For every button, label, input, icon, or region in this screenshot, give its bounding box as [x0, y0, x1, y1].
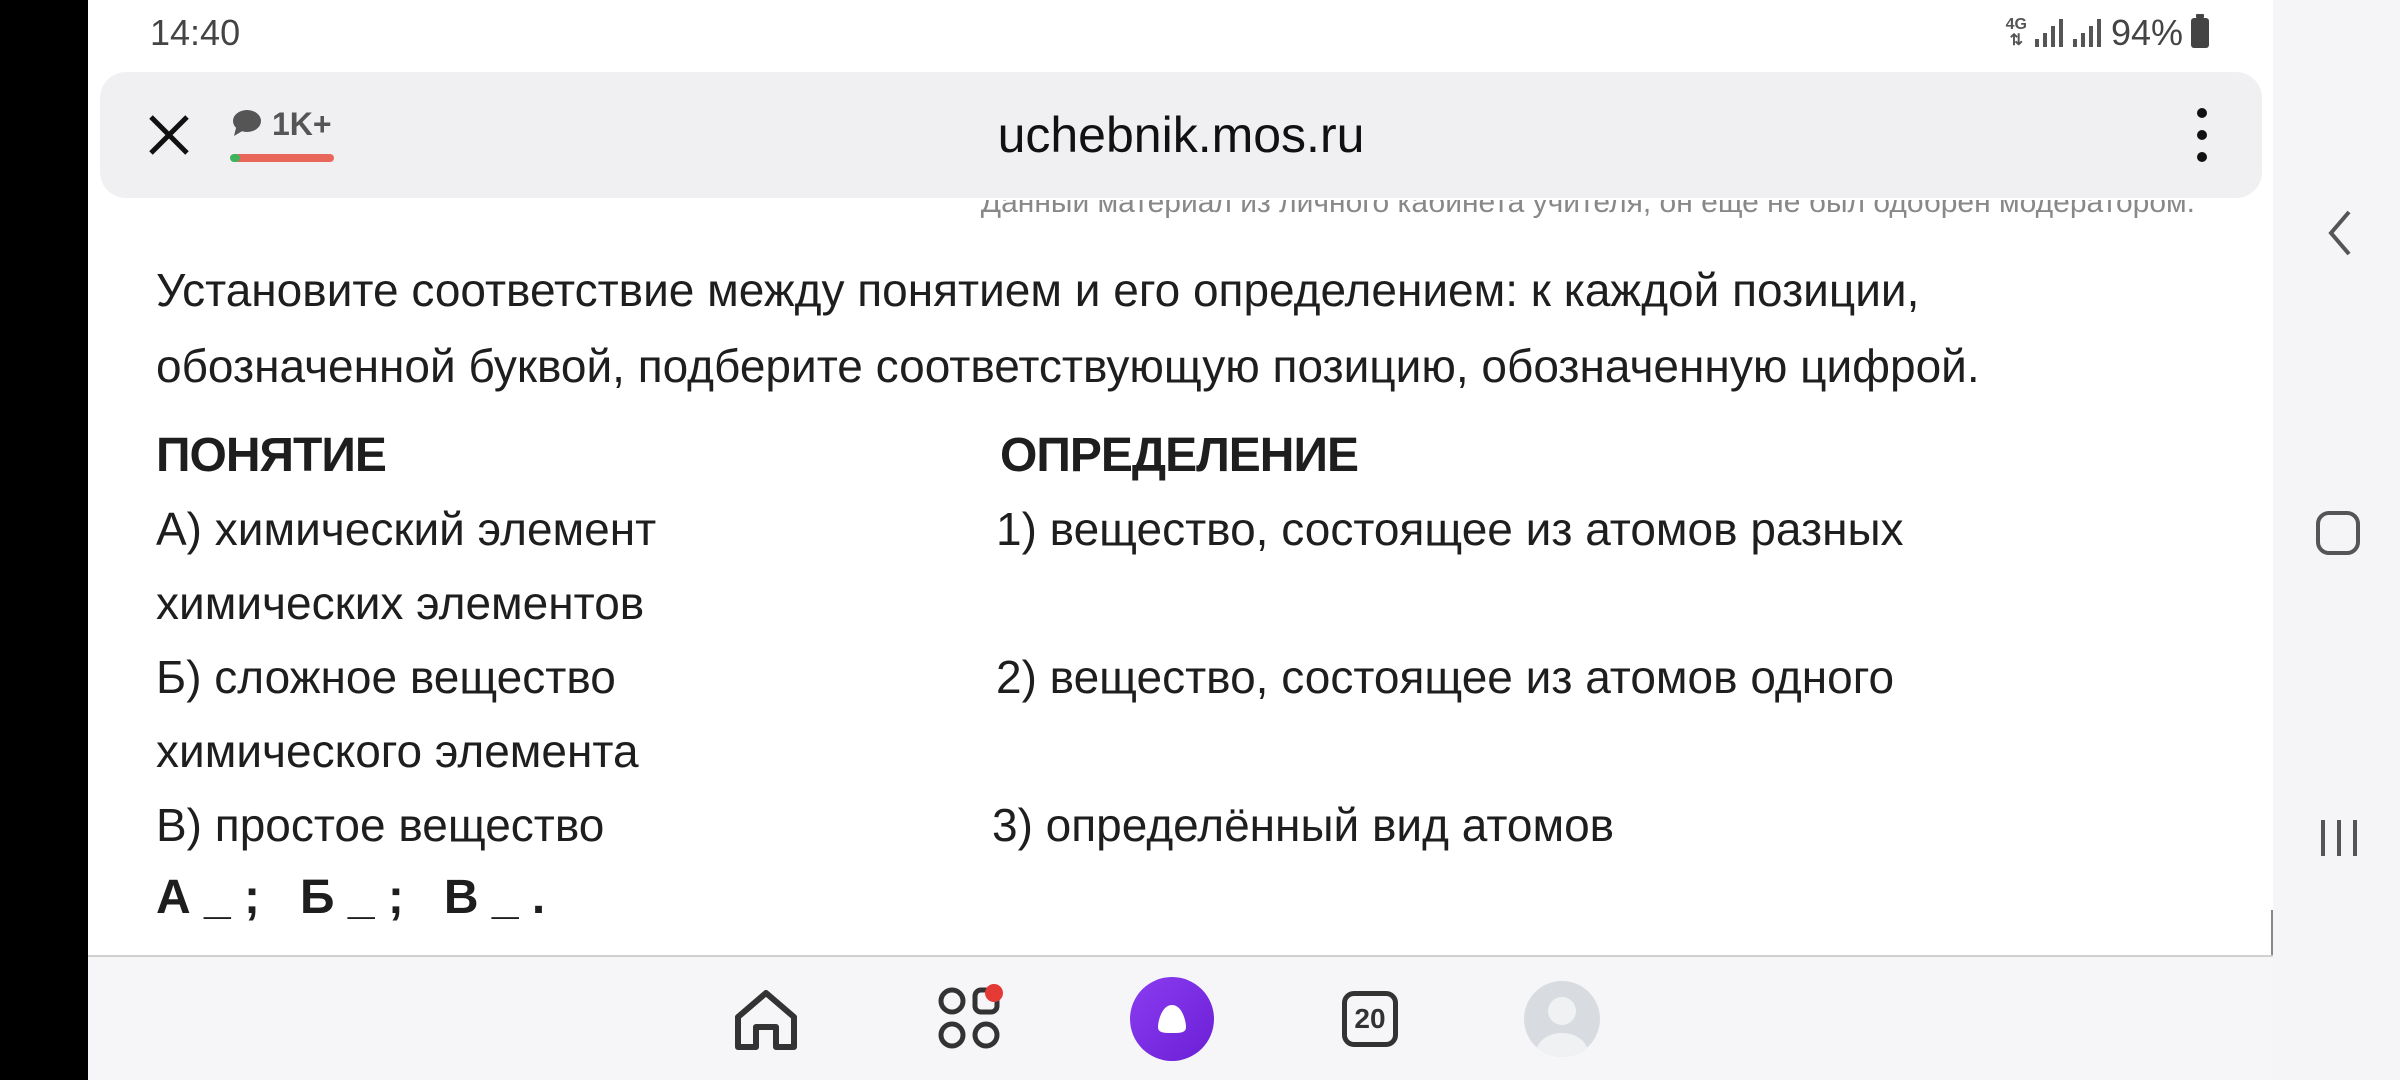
battery-level: 94%	[2110, 12, 2183, 53]
page-content: Данный материал из личного кабинета учит…	[88, 200, 2273, 955]
left-row-a: А) химический элемент	[156, 503, 657, 555]
apps-grid-icon	[938, 984, 1003, 1049]
alice-icon	[1130, 977, 1214, 1061]
status-indicators: 4G ⇅ 94%	[2006, 12, 2209, 54]
network-type: 4G	[2005, 16, 2027, 33]
tabs-button[interactable]: 20	[1330, 979, 1410, 1059]
more-menu-button[interactable]	[2182, 102, 2222, 168]
left-column-header: ПОНЯТИЕ	[156, 429, 387, 482]
status-time: 14:40	[150, 12, 241, 53]
right-row-3: 3) определённый вид атомов	[992, 799, 1615, 851]
home-nav-icon[interactable]	[2315, 510, 2361, 556]
back-icon[interactable]	[2325, 208, 2355, 258]
signal-icon-2	[2072, 19, 2101, 47]
moderation-notice: Данный материал из личного кабинета учит…	[980, 200, 2195, 219]
home-icon	[735, 990, 797, 1050]
avatar	[1524, 981, 1600, 1057]
right-column-header: ОПРЕДЕЛЕНИЕ	[1000, 429, 1359, 482]
battery-icon	[2191, 14, 2209, 48]
url-text[interactable]: uchebnik.mos.ru	[100, 106, 2262, 164]
recent-apps-icon[interactable]	[2317, 816, 2361, 860]
left-row-b-cont: химического элемента	[156, 725, 639, 777]
right-row-1: 1) вещество, состоящее из атомов разных	[996, 503, 1904, 555]
dot-icon	[2197, 152, 2207, 162]
home-button[interactable]	[726, 979, 806, 1059]
bottom-toolbar: 20	[88, 957, 2273, 1080]
screen-edge	[0, 0, 88, 1080]
right-row-2: 2) вещество, состоящее из атомов одного	[996, 651, 1895, 703]
profile-button[interactable]	[1522, 979, 1602, 1059]
answer-template: А _ ; Б _ ; В _ .	[156, 871, 546, 924]
dot-icon	[2197, 108, 2207, 118]
system-navigation	[2273, 0, 2400, 1080]
dot-icon	[2197, 130, 2207, 140]
task-text: Установите соответствие между понятием и…	[156, 264, 1980, 392]
left-row-c: В) простое вещество	[156, 799, 605, 851]
network-4g-icon: 4G ⇅	[2005, 16, 2027, 49]
services-button[interactable]	[930, 979, 1010, 1059]
left-row-a-cont: химических элементов	[156, 577, 645, 629]
address-bar: 1K+ uchebnik.mos.ru	[100, 72, 2262, 198]
left-row-b: Б) сложное вещество	[156, 651, 616, 703]
tabs-count: 20	[1342, 991, 1398, 1047]
browser-screen: 14:40 4G ⇅ 94% 1K+ uchebnik.mos.ru Данны…	[88, 0, 2274, 1080]
signal-icon	[2034, 19, 2063, 47]
alice-assistant-button[interactable]	[1128, 975, 1216, 1063]
